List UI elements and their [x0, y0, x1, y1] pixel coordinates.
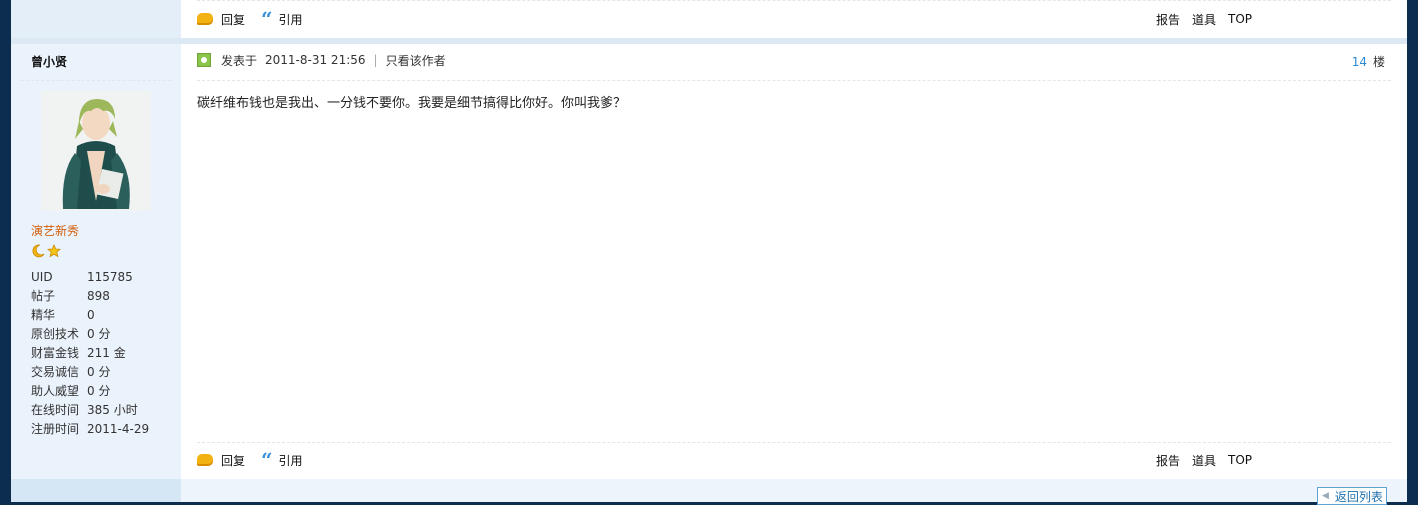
prev-author-column [11, 0, 181, 38]
floor-label: 楼 [1372, 55, 1385, 69]
prev-post-actions: 回复 “ 引用 [197, 9, 319, 29]
author-name[interactable]: 曾小贤 [31, 53, 67, 70]
stat-label: 帖子 [31, 289, 56, 303]
floor-number[interactable]: 14 楼 [1352, 53, 1385, 70]
rank-stars [31, 244, 61, 258]
divider [197, 442, 1391, 443]
reply-icon [197, 454, 213, 466]
post-actions: 回复 “ 引用 [197, 450, 319, 470]
divider [197, 80, 1391, 81]
thread-frame: 回复 “ 引用 报告 道具 TOP 曾小贤 演艺新秀 UID 115785 帖子… [11, 0, 1407, 505]
report-link[interactable]: 报告 [1156, 452, 1180, 469]
top-link[interactable]: TOP [1228, 12, 1252, 26]
stat-value: 2011-4-29 [87, 422, 150, 436]
stat-row: 助人威望 0 分 [31, 382, 149, 401]
quote-button[interactable]: “ 引用 [261, 7, 303, 31]
stat-value: 115785 [87, 270, 133, 284]
stat-label: 精华 [31, 308, 56, 322]
stat-row: 在线时间 385 小时 [31, 401, 149, 420]
stat-label: 在线时间 [31, 403, 80, 417]
reply-button[interactable]: 回复 [197, 11, 245, 28]
stat-value: 211 金 [87, 346, 126, 360]
posted-at: 2011-8-31 21:56 [265, 53, 366, 67]
moon-icon [32, 244, 45, 258]
prev-post-links: 报告 道具 TOP [1156, 9, 1264, 29]
stat-value: 385 小时 [87, 403, 138, 417]
stat-label: 注册时间 [31, 422, 80, 436]
floor-num: 14 [1351, 55, 1367, 69]
stat-value: 0 分 [87, 365, 111, 379]
back-to-list-button[interactable]: ◀ 返回列表 [1317, 487, 1387, 505]
stat-label: 交易诚信 [31, 365, 80, 379]
author-rank: 演艺新秀 [31, 224, 80, 238]
quote-icon: “ [261, 7, 272, 31]
stat-value: 0 分 [87, 327, 111, 341]
stat-row: UID 115785 [31, 268, 149, 287]
stat-label: UID [31, 270, 53, 284]
stat-row: 精华 0 [31, 306, 149, 325]
reply-icon [197, 13, 213, 25]
tools-link[interactable]: 道具 [1192, 452, 1216, 469]
posted-at-label: 发表于 [221, 53, 258, 68]
stat-row: 帖子 898 [31, 287, 149, 306]
quote-icon: “ [261, 448, 272, 472]
meta-separator: | [373, 53, 378, 67]
stat-value: 898 [87, 289, 110, 303]
stat-row: 原创技术 0 分 [31, 325, 149, 344]
stat-row: 交易诚信 0 分 [31, 363, 149, 382]
reply-button[interactable]: 回复 [197, 452, 245, 469]
avatar[interactable] [41, 91, 151, 211]
stat-label: 财富金钱 [31, 346, 80, 360]
stat-label: 助人威望 [31, 384, 80, 398]
post-links: 报告 道具 TOP [1156, 450, 1264, 470]
only-author-link[interactable]: 只看该作者 [386, 52, 446, 69]
star-icon [47, 244, 61, 258]
footer-right [181, 479, 1407, 502]
stat-label: 原创技术 [31, 327, 80, 341]
divider [197, 0, 1391, 1]
quote-button[interactable]: “ 引用 [261, 448, 303, 472]
stat-row: 注册时间 2011-4-29 [31, 420, 149, 439]
footer-left [11, 479, 181, 502]
divider [21, 80, 171, 81]
post-meta: 发表于 2011-8-31 21:56 | 只看该作者 [197, 51, 446, 69]
avatar-image [41, 91, 151, 211]
stat-value: 0 [87, 308, 95, 322]
top-link[interactable]: TOP [1228, 453, 1252, 467]
post-content: 碳纤维布钱也是我出、一分钱不要你。我要是细节搞得比你好。你叫我爹？ [197, 96, 627, 111]
tools-link[interactable]: 道具 [1192, 11, 1216, 28]
author-stats: UID 115785 帖子 898 精华 0 原创技术 0 分 财富金钱 211 金 交易… [31, 268, 149, 439]
report-link[interactable]: 报告 [1156, 11, 1180, 28]
post-author-icon [197, 53, 211, 67]
back-arrow-icon: ◀ [1322, 491, 1329, 501]
stat-row: 财富金钱 211 金 [31, 344, 149, 363]
stat-value: 0 分 [87, 384, 111, 398]
